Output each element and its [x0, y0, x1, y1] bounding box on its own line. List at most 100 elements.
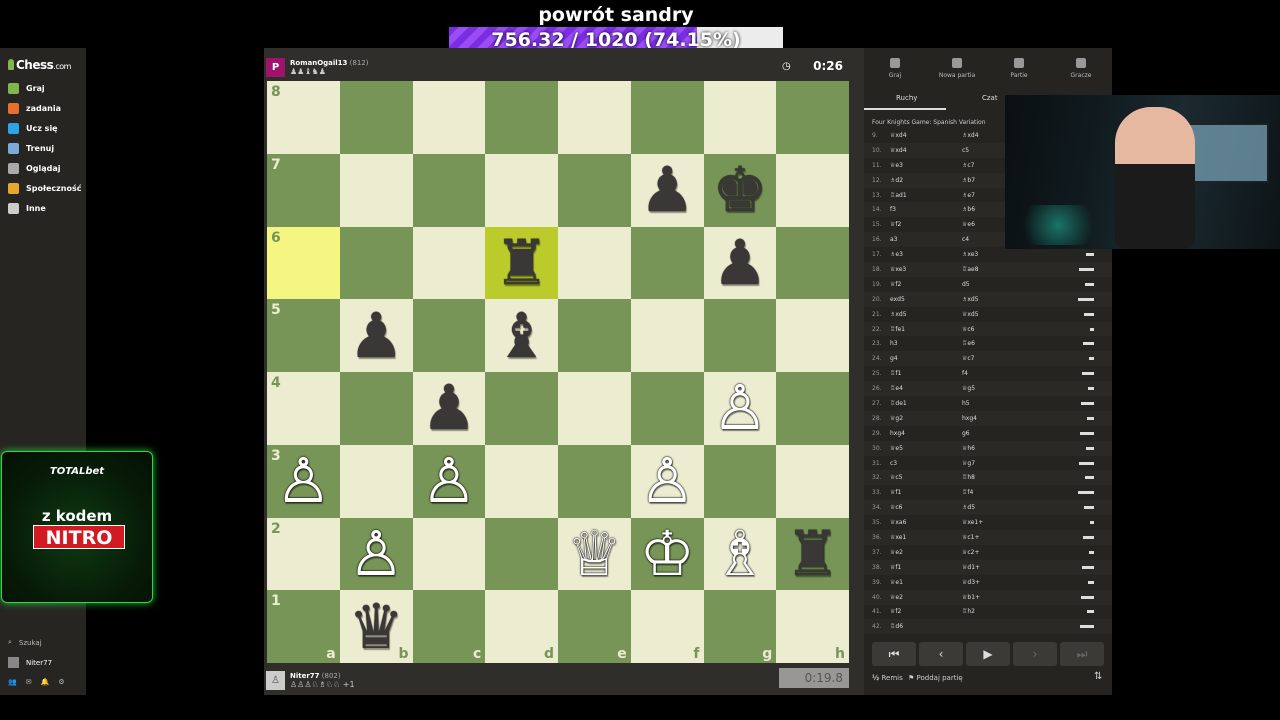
move-w[interactable]: ♕xd4	[884, 132, 956, 139]
player-name[interactable]: Niter77	[290, 672, 320, 680]
piece-b1[interactable]: ♛	[348, 595, 404, 658]
move-w[interactable]: ♕e3	[884, 162, 956, 169]
square-b5[interactable]: ♟	[339, 299, 413, 372]
square-a2[interactable]: 2	[267, 517, 340, 591]
tab-2[interactable]: Partie	[988, 58, 1050, 79]
square-b7[interactable]	[339, 153, 413, 227]
bell-icon[interactable]: 🔔	[41, 678, 50, 686]
move-w[interactable]: ♗e3	[884, 251, 956, 258]
tab-3[interactable]: Gracze	[1050, 58, 1112, 79]
move-w[interactable]: ♖e4	[884, 385, 956, 392]
move-w[interactable]: ♖ad1	[884, 192, 956, 199]
user-profile[interactable]: Niter77	[8, 657, 52, 668]
square-b6[interactable]	[339, 226, 413, 300]
player-name[interactable]: RomanOgail13	[290, 59, 347, 67]
chess-board[interactable]: 8 7 ♟ ♚ 6 ♜ ♟ 5 ♟ ♝ 4 ♟ ♙ 3 ♙ ♙ ♙ 2 ♙ ♕ ♔ ♗ ♜ 1 a b ♛ c d e f g h	[267, 81, 849, 663]
square-d5[interactable]: ♝	[485, 299, 558, 372]
move-w[interactable]: c3	[884, 460, 956, 467]
move-b[interactable]: ♗xe3	[956, 251, 1066, 258]
sidebar-item-4[interactable]: Oglądaj	[8, 160, 61, 176]
move-w[interactable]: ♕xe1	[884, 534, 956, 541]
square-h5[interactable]	[776, 299, 849, 372]
search-button[interactable]: ⌕ Szukaj	[8, 638, 42, 647]
square-b2[interactable]: ♙	[339, 517, 413, 591]
gear-icon[interactable]: ⚙	[58, 678, 64, 686]
last-move-button[interactable]: ⏭	[1060, 642, 1104, 666]
avatar[interactable]: ♙	[266, 670, 285, 690]
square-a5[interactable]: 5	[267, 299, 340, 372]
move-w[interactable]: ♕e1	[884, 579, 956, 586]
square-e7[interactable]	[558, 153, 631, 227]
square-h8[interactable]	[776, 81, 849, 154]
square-d7[interactable]	[485, 153, 558, 227]
square-h2[interactable]: ♜	[776, 517, 849, 591]
move-w[interactable]: ♕f1	[884, 564, 956, 571]
square-d8[interactable]	[485, 81, 558, 154]
move-b[interactable]: ♖h2	[956, 608, 1066, 615]
move-w[interactable]: ♕f2	[884, 608, 956, 615]
square-f4[interactable]	[630, 372, 704, 445]
piece-d6[interactable]: ♜	[494, 231, 550, 294]
piece-g2[interactable]: ♗	[712, 522, 768, 585]
piece-c4[interactable]: ♟	[421, 377, 477, 439]
move-b[interactable]: ♖f4	[956, 489, 1066, 496]
square-c5[interactable]	[412, 299, 486, 372]
square-c4[interactable]: ♟	[412, 372, 486, 445]
square-c3[interactable]: ♙	[412, 444, 486, 518]
square-e3[interactable]	[558, 444, 631, 518]
move-w[interactable]: ♕xe3	[884, 266, 956, 273]
square-h6[interactable]	[776, 226, 849, 300]
square-f2[interactable]: ♔	[630, 517, 704, 591]
tab-moves[interactable]: Ruchy	[896, 94, 917, 102]
square-g8[interactable]	[703, 81, 777, 154]
square-a8[interactable]: 8	[267, 81, 340, 154]
friends-icon[interactable]: 👥	[8, 678, 17, 686]
square-g3[interactable]	[703, 444, 777, 518]
move-w[interactable]: ♕xd4	[884, 147, 956, 154]
piece-b2[interactable]: ♙	[348, 522, 404, 585]
piece-f7[interactable]: ♟	[639, 159, 695, 221]
square-f1[interactable]: f	[630, 590, 704, 663]
square-a6[interactable]: 6	[267, 226, 340, 300]
square-g7[interactable]: ♚	[703, 153, 777, 227]
square-e1[interactable]: e	[558, 590, 631, 663]
move-b[interactable]: ♖e6	[956, 340, 1066, 347]
square-h3[interactable]	[776, 444, 849, 518]
sidebar-item-3[interactable]: Trenuj	[8, 140, 54, 156]
square-h4[interactable]	[776, 372, 849, 445]
move-w[interactable]: ♖f1	[884, 370, 956, 377]
move-w[interactable]: exd5	[884, 296, 956, 303]
flip-board-icon[interactable]: ⇅	[1094, 671, 1102, 682]
square-a1[interactable]: 1a	[267, 590, 340, 663]
chess-logo[interactable]: Chess.com	[8, 58, 71, 72]
sidebar-item-6[interactable]: Inne	[8, 200, 46, 216]
move-w[interactable]: f3	[884, 206, 956, 213]
move-b[interactable]: ♕h6	[956, 445, 1066, 452]
move-b[interactable]: g6	[956, 430, 1066, 437]
square-b8[interactable]	[339, 81, 413, 154]
sidebar-item-1[interactable]: zadania	[8, 100, 61, 116]
piece-a3[interactable]: ♙	[276, 450, 332, 512]
move-w[interactable]: ♕e2	[884, 594, 956, 601]
piece-h2[interactable]: ♜	[785, 522, 841, 585]
square-e2[interactable]: ♕	[558, 517, 631, 591]
move-w[interactable]: ♕c5	[884, 474, 956, 481]
square-d1[interactable]: d	[485, 590, 558, 663]
piece-d5[interactable]: ♝	[494, 304, 550, 367]
square-c8[interactable]	[412, 81, 486, 154]
piece-b5[interactable]: ♟	[348, 304, 404, 367]
sidebar-item-5[interactable]: Społeczność	[8, 180, 81, 196]
square-e8[interactable]	[558, 81, 631, 154]
move-w[interactable]: ♕f2	[884, 281, 956, 288]
move-b[interactable]: h5	[956, 400, 1066, 407]
square-c1[interactable]: c	[412, 590, 486, 663]
square-a4[interactable]: 4	[267, 372, 340, 445]
move-w[interactable]: ♕g2	[884, 415, 956, 422]
piece-e2[interactable]: ♕	[567, 522, 623, 585]
prev-move-button[interactable]: ‹	[919, 642, 963, 666]
square-c6[interactable]	[412, 226, 486, 300]
move-b[interactable]: ♕c1+	[956, 534, 1066, 541]
move-w[interactable]: ♕xa6	[884, 519, 956, 526]
tab-chat[interactable]: Czat	[982, 94, 998, 102]
move-w[interactable]: ♗d2	[884, 177, 956, 184]
